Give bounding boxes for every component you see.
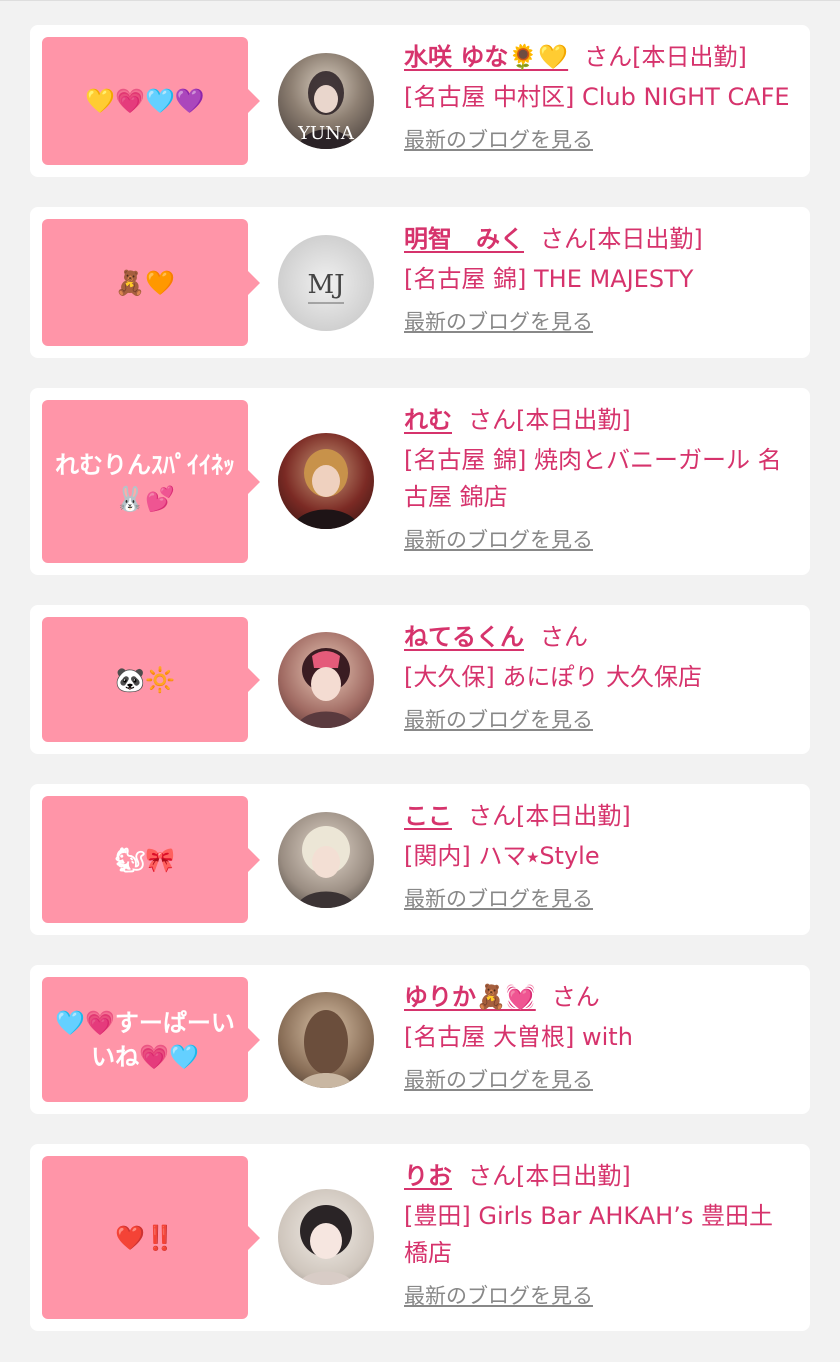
- cast-name-link[interactable]: れむ: [404, 406, 452, 434]
- view-blog-link[interactable]: 最新のブログを見る: [404, 524, 593, 554]
- avatar[interactable]: [278, 812, 374, 908]
- cast-name-link[interactable]: 水咲 ゆな🌻💛: [404, 43, 568, 71]
- avatar-image: MJ: [307, 270, 345, 304]
- avatar-image: [292, 449, 360, 529]
- cast-name-link[interactable]: りお: [404, 1162, 452, 1190]
- view-blog-link[interactable]: 最新のブログを見る: [404, 1280, 593, 1310]
- avatar-logo: MJ: [307, 270, 344, 300]
- view-blog-link[interactable]: 最新のブログを見る: [404, 124, 593, 154]
- name-line: りお さん[本日出勤]: [404, 1158, 790, 1194]
- name-line: ここ さん[本日出勤]: [404, 798, 790, 834]
- shop-info: [関内] ハマ⭑Style: [404, 842, 600, 870]
- honorific-status: さん[本日出勤]: [540, 225, 703, 253]
- shop-info: [名古屋 中村区] Club NIGHT CAFE: [404, 83, 790, 111]
- message-bubble: 🐿🎀: [42, 796, 260, 923]
- cast-info: りお さん[本日出勤] [豊田] Girls Bar AHKAH’s 豊田土橋店 …: [404, 1158, 790, 1310]
- name-line: ねてるくん さん: [404, 619, 790, 655]
- honorific-status: さん[本日出勤]: [468, 1162, 631, 1190]
- avatar[interactable]: [278, 632, 374, 728]
- avatar-image: [296, 648, 356, 728]
- message-text: れむりんｽﾊﾟｲｲﾈｯ🐰💕: [55, 450, 235, 513]
- cast-list: 💛💗🩵💜 YUNA 水咲 ゆな🌻💛 さん[本日出勤] [名古屋 中村区] Club…: [0, 1, 840, 1331]
- cast-card: れむりんｽﾊﾟｲｲﾈｯ🐰💕 れむ さん[本日出勤] [名古屋 錦] 焼肉とバニーガ…: [30, 388, 810, 575]
- honorific-status: さん[本日出勤]: [584, 43, 747, 71]
- avatar[interactable]: [278, 1189, 374, 1285]
- avatar-image: YUNA: [297, 71, 355, 149]
- name-line: ゆりか🧸💓 さん: [404, 979, 790, 1015]
- cast-card: 🐿🎀 ここ さん[本日出勤] [関内] ハマ⭑Style 最新のブログを見る: [30, 784, 810, 935]
- cast-card: 🐼🔆 ねてるくん さん [大久保] あにぽり 大久保店 最新のブログを見る: [30, 605, 810, 754]
- message-text: ❤️‼️: [115, 1223, 175, 1252]
- cast-name-link[interactable]: ここ: [404, 802, 452, 830]
- message-bubble: れむりんｽﾊﾟｲｲﾈｯ🐰💕: [42, 400, 260, 563]
- message-text: 🐿🎀: [114, 845, 176, 874]
- honorific-status: さん: [551, 983, 600, 1011]
- name-line: れむ さん[本日出勤]: [404, 402, 790, 438]
- message-bubble: 🩵💗すーぱーいいね💗🩵: [42, 977, 260, 1102]
- avatar[interactable]: [278, 433, 374, 529]
- message-text: 🧸🧡: [115, 268, 175, 297]
- view-blog-link[interactable]: 最新のブログを見る: [404, 883, 593, 913]
- cast-info: 水咲 ゆな🌻💛 さん[本日出勤] [名古屋 中村区] Club NIGHT CAF…: [404, 39, 790, 154]
- message-text: 🩵💗すーぱーいいね💗🩵: [55, 1008, 235, 1071]
- shop-info: [豊田] Girls Bar AHKAH’s 豊田土橋店: [404, 1202, 773, 1267]
- avatar[interactable]: YUNA: [278, 53, 374, 149]
- avatar[interactable]: MJ: [278, 235, 374, 331]
- shop-info: [名古屋 大曽根] with: [404, 1023, 633, 1051]
- cast-info: ここ さん[本日出勤] [関内] ハマ⭑Style 最新のブログを見る: [404, 798, 790, 913]
- message-bubble: ❤️‼️: [42, 1156, 260, 1319]
- avatar[interactable]: [278, 992, 374, 1088]
- honorific-status: さん: [540, 623, 588, 651]
- cast-card: ❤️‼️ りお さん[本日出勤] [豊田] Girls Bar AHKAH’s 豊…: [30, 1144, 810, 1331]
- cast-card: 🧸🧡 MJ 明智 みく さん[本日出勤] [名古屋 錦] THE MAJESTY …: [30, 207, 810, 358]
- name-line: 水咲 ゆな🌻💛 さん[本日出勤]: [404, 39, 790, 75]
- cast-info: ゆりか🧸💓 さん [名古屋 大曽根] with 最新のブログを見る: [404, 979, 790, 1094]
- cast-name-link[interactable]: 明智 みく: [404, 225, 524, 253]
- message-bubble: 💛💗🩵💜: [42, 37, 260, 165]
- view-blog-link[interactable]: 最新のブログを見る: [404, 1064, 593, 1094]
- cast-name-link[interactable]: ねてるくん: [404, 623, 524, 651]
- cast-info: れむ さん[本日出勤] [名古屋 錦] 焼肉とバニーガール 名古屋 錦店 最新のブ…: [404, 402, 790, 554]
- cast-info: ねてるくん さん [大久保] あにぽり 大久保店 最新のブログを見る: [404, 619, 790, 734]
- cast-card: 💛💗🩵💜 YUNA 水咲 ゆな🌻💛 さん[本日出勤] [名古屋 中村区] Club…: [30, 25, 810, 177]
- view-blog-link[interactable]: 最新のブログを見る: [404, 306, 593, 336]
- avatar-image: [298, 1205, 354, 1285]
- shop-info: [大久保] あにぽり 大久保店: [404, 663, 702, 691]
- view-blog-link[interactable]: 最新のブログを見る: [404, 704, 593, 734]
- cast-name-link[interactable]: ゆりか🧸💓: [404, 983, 536, 1011]
- avatar-watermark: YUNA: [297, 123, 355, 144]
- shop-info: [名古屋 錦] 焼肉とバニーガール 名古屋 錦店: [404, 446, 782, 511]
- message-text: 🐼🔆: [115, 665, 175, 694]
- avatar-image: [296, 826, 356, 908]
- message-text: 💛💗🩵💜: [85, 87, 205, 115]
- shop-info: [名古屋 錦] THE MAJESTY: [404, 265, 694, 293]
- name-line: 明智 みく さん[本日出勤]: [404, 221, 790, 257]
- cast-info: 明智 みく さん[本日出勤] [名古屋 錦] THE MAJESTY 最新のブログ…: [404, 221, 790, 336]
- message-bubble: 🧸🧡: [42, 219, 260, 346]
- cast-card: 🩵💗すーぱーいいね💗🩵 ゆりか🧸💓 さん [名古屋 大曽根] with 最新のブロ…: [30, 965, 810, 1114]
- avatar-image: [298, 1010, 354, 1088]
- honorific-status: さん[本日出勤]: [468, 802, 631, 830]
- honorific-status: さん[本日出勤]: [468, 406, 631, 434]
- message-bubble: 🐼🔆: [42, 617, 260, 742]
